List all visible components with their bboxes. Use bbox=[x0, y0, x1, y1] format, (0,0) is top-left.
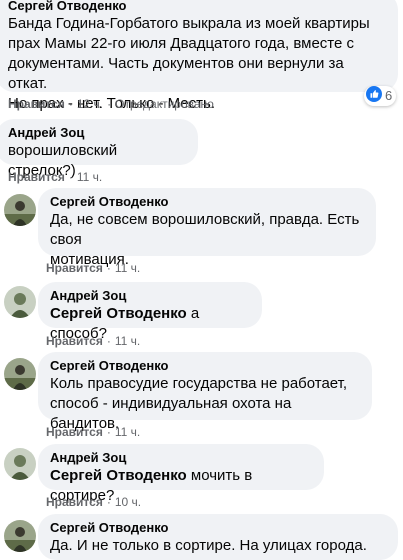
like-button[interactable]: Нравится bbox=[8, 170, 65, 184]
comment-author[interactable]: Сергей Отводенко bbox=[50, 520, 386, 536]
comment-bubble: Сергей Отводенко Банда Година-Горбатого … bbox=[0, 0, 398, 112]
reply-bubble: Андрей Зоц Сергей Отводенко а способ? bbox=[38, 282, 262, 342]
comment-text: Да. И не только в сортире. На улицах гор… bbox=[50, 537, 367, 554]
comment-actions: Нравится · 12 ч. · Отредактировано bbox=[8, 97, 214, 111]
reply-bubble: Сергей Отводенко Да. И не только в сорти… bbox=[38, 514, 398, 560]
comment-author[interactable]: Андрей Зоц bbox=[8, 125, 186, 141]
comment-author[interactable]: Сергей Отводенко bbox=[8, 0, 386, 14]
avatar[interactable] bbox=[4, 448, 36, 480]
reply-bubble: Сергей Отводенко Коль правосудие государ… bbox=[38, 352, 372, 432]
comment-author[interactable]: Сергей Отводенко bbox=[50, 358, 360, 374]
like-button[interactable]: Нравится bbox=[46, 495, 103, 509]
comment-time[interactable]: 11 ч. bbox=[115, 425, 140, 439]
comment-author[interactable]: Сергей Отводенко bbox=[50, 194, 364, 210]
comment-actions: Нравится · 11 ч. bbox=[46, 261, 141, 275]
like-reaction-icon bbox=[366, 85, 382, 107]
comment-actions: Нравится · 10 ч. bbox=[46, 495, 142, 509]
like-button[interactable]: Нравится bbox=[46, 425, 103, 439]
comment-author[interactable]: Андрей Зоц bbox=[50, 288, 250, 304]
reaction-count: 6 bbox=[385, 88, 393, 103]
avatar[interactable] bbox=[4, 286, 36, 318]
comment-time[interactable]: 10 ч. bbox=[115, 495, 141, 509]
avatar[interactable] bbox=[4, 358, 36, 390]
comment-time[interactable]: 11 ч. bbox=[77, 170, 102, 184]
reply-bubble: Андрей Зоц Сергей Отводенко мочить в сор… bbox=[38, 444, 324, 504]
edited-label: Отредактировано bbox=[115, 97, 214, 111]
like-button[interactable]: Нравится bbox=[46, 334, 103, 348]
like-button[interactable]: Нравится bbox=[46, 261, 103, 275]
comment-actions: Нравится · 11 ч. bbox=[46, 334, 141, 348]
mention-link[interactable]: Сергей Отводенко bbox=[50, 305, 187, 322]
comment-time[interactable]: 11 ч. bbox=[115, 334, 140, 348]
comment-bubble: Андрей Зоц ворошиловский стрелок?) bbox=[0, 119, 198, 179]
reply-bubble: Сергей Отводенко Да, не совсем ворошилов… bbox=[38, 188, 376, 268]
comment-time[interactable]: 12 ч. bbox=[77, 97, 103, 111]
avatar[interactable] bbox=[4, 520, 36, 552]
comment-author[interactable]: Андрей Зоц bbox=[50, 450, 312, 466]
comment-actions: Нравится · 11 ч. bbox=[8, 170, 103, 184]
avatar[interactable] bbox=[4, 194, 36, 226]
mention-link[interactable]: Сергей Отводенко bbox=[50, 467, 187, 484]
comment-time[interactable]: 11 ч. bbox=[115, 261, 140, 275]
like-button[interactable]: Нравится bbox=[8, 97, 65, 111]
comment-actions: Нравится · 11 ч. bbox=[46, 425, 141, 439]
reaction-summary[interactable]: 6 bbox=[364, 85, 397, 107]
